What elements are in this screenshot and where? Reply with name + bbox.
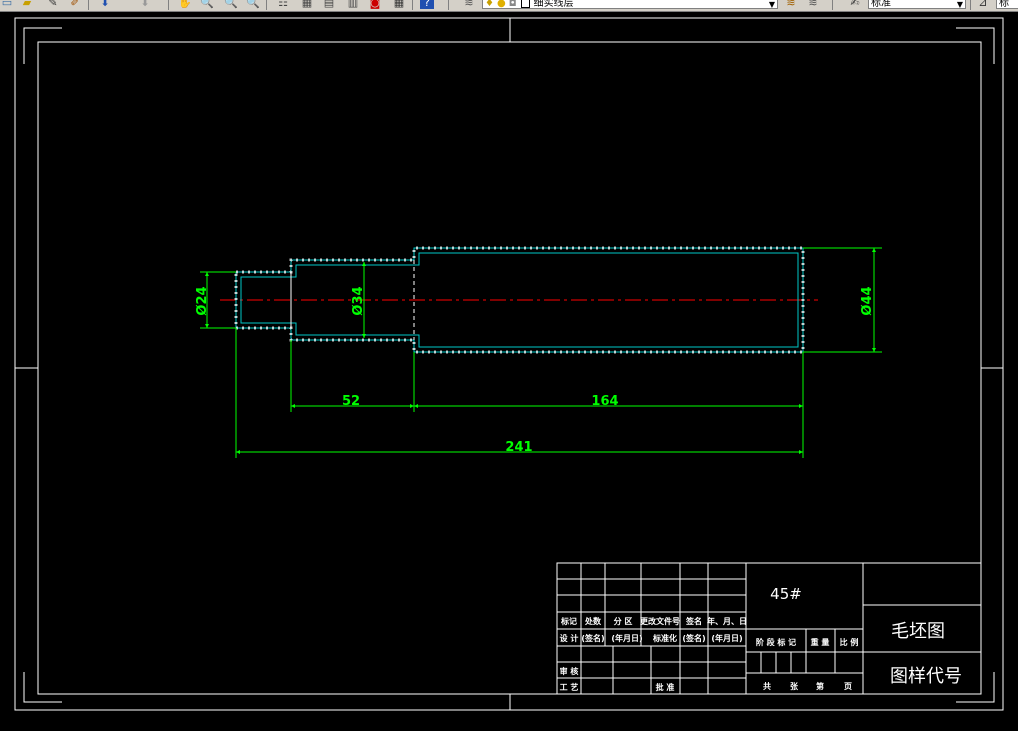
tool-palette-icon[interactable]: ▤ (322, 0, 336, 9)
tb-drawing-code: 图样代号 (890, 666, 962, 687)
dim-d24: Ø24 (195, 286, 210, 315)
dimension-lines (200, 247, 882, 458)
chevron-down-icon: ▼ (956, 0, 963, 9)
layer-dropdown[interactable]: ♦ ● ◘ 细实线层 ▼ (482, 0, 778, 9)
dim-style-icon[interactable]: ⊿ (976, 0, 990, 9)
tb-label: (签名) (682, 633, 705, 643)
zoom-previous-icon[interactable]: 🔍 (246, 0, 260, 9)
redo-icon[interactable]: ⬇ (138, 0, 152, 9)
tb-label: 更改文件号 (640, 616, 680, 626)
tb-label: 重 量 (811, 637, 830, 647)
properties-icon[interactable]: ☷ (276, 0, 290, 9)
tb-drawing-name: 毛坯图 (891, 621, 945, 642)
tb-label: 签名 (685, 616, 702, 626)
tb-label: 年、月、日 (707, 616, 747, 626)
tb-label: 第 (816, 681, 824, 691)
design-center-icon[interactable]: ▦ (300, 0, 314, 9)
toolbar-separator (832, 0, 833, 10)
dim-style-name: 标 (999, 0, 1009, 9)
tb-label: 处数 (584, 616, 602, 626)
tb-material: 45# (770, 585, 802, 603)
drawing-canvas[interactable]: Ø24 Ø34 Ø44 52 164 241 45# 毛坯图 图样代号 标记 处… (0, 12, 1018, 727)
help-icon[interactable]: ? (420, 0, 434, 9)
toolbar-separator (412, 0, 413, 10)
undo-icon[interactable]: ⬇ (98, 0, 112, 9)
text-style-icon[interactable]: ✍ (848, 0, 862, 9)
tb-label: 批 准 (656, 682, 675, 692)
dim-52: 52 (342, 394, 360, 409)
chevron-down-icon: ▼ (768, 0, 775, 9)
light-icon: ♦ (485, 0, 494, 9)
tb-label: 工 艺 (560, 682, 579, 692)
sheet-set-icon[interactable]: ▥ (346, 0, 360, 9)
dim-241: 241 (505, 440, 532, 455)
zoom-window-icon[interactable]: 🔍 (224, 0, 238, 9)
zoom-realtime-icon[interactable]: 🔍 (200, 0, 214, 9)
dim-164: 164 (591, 394, 618, 409)
pencil-icon[interactable]: ✎ (46, 0, 60, 9)
layer-name: 细实线层 (533, 0, 574, 9)
tb-label: 页 (844, 682, 852, 691)
tb-label: 审 核 (560, 666, 579, 676)
make-current-icon[interactable]: ≋ (784, 0, 798, 9)
open-icon[interactable]: ▰ (20, 0, 34, 9)
match-icon[interactable]: ✐ (68, 0, 82, 9)
toolbar-separator (970, 0, 971, 10)
sheet-border (14, 17, 1004, 711)
dim-d44: Ø44 (860, 286, 875, 315)
tb-label: 比 例 (840, 637, 859, 647)
tb-label: (年月日) (711, 633, 742, 643)
dim-d34: Ø34 (351, 286, 366, 315)
tb-label: 标记 (560, 616, 577, 626)
calculator-icon[interactable]: ▦ (392, 0, 406, 9)
toolbar-separator (168, 0, 169, 10)
new-icon[interactable]: ▭ (0, 0, 14, 9)
lock-icon: ◘ (508, 0, 517, 9)
tb-label: 设 计 (560, 633, 579, 643)
layer-previous-icon[interactable]: ≋ (806, 0, 820, 9)
markup-icon[interactable]: ◙ (368, 0, 382, 9)
pan-icon[interactable]: ✋ (178, 0, 192, 9)
tb-label: 张 (790, 682, 799, 691)
tb-label: 共 (763, 681, 771, 691)
text-style-name: 标准 (871, 0, 891, 9)
toolbar-separator (266, 0, 267, 10)
text-style-dropdown[interactable]: 标准 ▼ (868, 0, 966, 9)
tb-label: 标准化 (652, 633, 677, 643)
tb-label: 分 区 (614, 616, 633, 626)
toolbar-separator (88, 0, 89, 10)
layer-manager-icon[interactable]: ≋ (462, 0, 476, 9)
tb-label: (年月日) (611, 633, 642, 643)
toolbar-separator (448, 0, 449, 10)
toolbar: ▭ ▰ ✎ ✐ ⬇ ⬇ ✋ 🔍 🔍 🔍 ☷ ▦ ▤ ▥ ◙ ▦ ? ≋ ♦ ● … (0, 0, 1018, 12)
tb-label: 阶 段 标 记 (756, 637, 796, 647)
dim-style-dropdown[interactable]: 标 (996, 0, 1018, 9)
tb-label: (签名) (581, 633, 604, 643)
sun-icon: ● (496, 0, 506, 9)
color-swatch-icon (520, 0, 530, 8)
